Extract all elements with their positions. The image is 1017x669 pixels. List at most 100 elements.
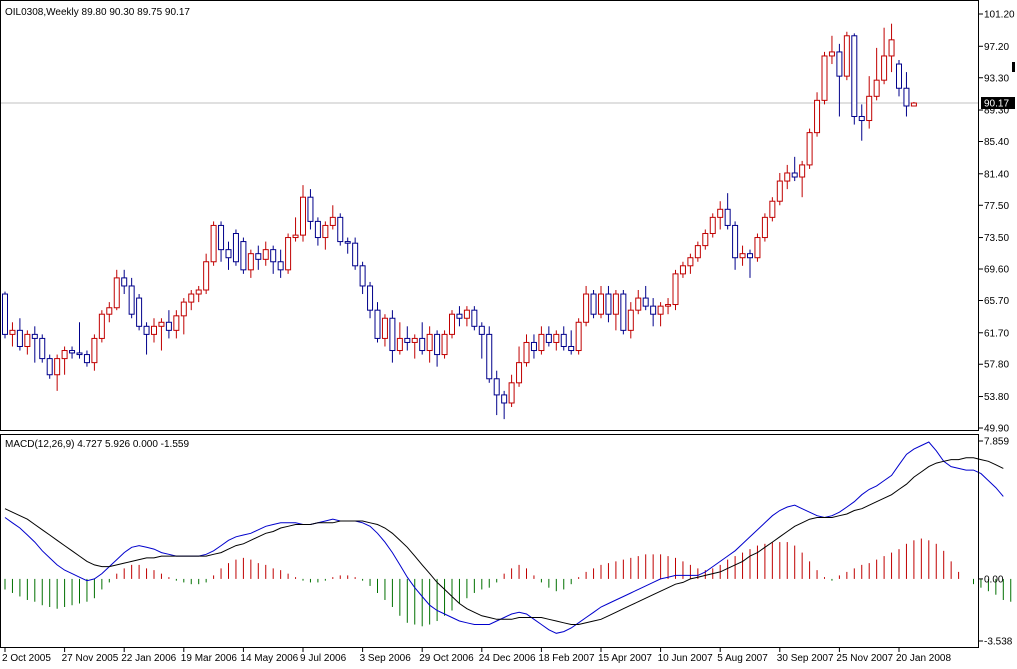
candle-body	[91, 337, 98, 364]
candle-body	[98, 313, 105, 339]
candle-body	[136, 297, 143, 327]
price-tick-label: 61.70	[984, 328, 1009, 339]
candle-body	[456, 313, 463, 319]
candle-body	[247, 253, 254, 271]
candle-body	[627, 309, 634, 331]
candle-body	[724, 208, 731, 226]
candle-body	[173, 315, 180, 331]
candle-body	[523, 341, 530, 364]
candle-body	[2, 293, 8, 335]
candle-body	[516, 362, 523, 384]
candle-body	[814, 99, 821, 134]
candle-body	[881, 55, 888, 81]
candle-body	[702, 233, 709, 247]
candle-body	[694, 245, 701, 259]
current-price-label: 90.17	[984, 99, 1009, 110]
candle-body	[568, 345, 575, 352]
candle-body	[873, 79, 880, 97]
candle-body	[54, 358, 61, 376]
candle-body	[754, 237, 761, 259]
candle	[441, 330, 448, 359]
current-price-badge: 90.17	[981, 97, 1015, 110]
candle-body	[24, 333, 31, 347]
candle-body	[180, 301, 187, 317]
candle-body	[76, 352, 83, 356]
candle-body	[352, 242, 359, 267]
candle-body	[411, 337, 418, 343]
candle-body	[620, 293, 627, 331]
candle-body	[262, 249, 269, 260]
candle-body	[404, 337, 411, 343]
price-tick-label: 49.90	[984, 424, 1009, 435]
candle-body	[501, 394, 508, 404]
candle-body	[426, 333, 433, 352]
candle	[851, 33, 858, 125]
candle	[769, 197, 776, 222]
candle-body	[16, 329, 23, 347]
candle	[285, 233, 292, 274]
candle-body	[679, 265, 686, 275]
x-tick-label: 20 Jan 2008	[896, 653, 951, 664]
candle	[449, 310, 455, 339]
candle-body	[769, 200, 776, 218]
candle-body	[329, 216, 336, 226]
candle	[46, 354, 53, 379]
candle	[672, 269, 679, 311]
candle-body	[300, 196, 306, 236]
candle-body	[449, 313, 455, 335]
candle-body	[83, 354, 90, 364]
price-tick-label: 81.40	[984, 169, 1009, 180]
candle-body	[143, 325, 150, 335]
candle-body	[732, 224, 739, 259]
candle	[232, 229, 239, 266]
candle-body	[210, 224, 217, 263]
x-tick-label: 18 Feb 2007	[538, 653, 595, 664]
candle-body	[441, 333, 448, 356]
candle-body	[650, 305, 657, 315]
candle-body	[836, 51, 843, 77]
candle-body	[31, 333, 38, 339]
candle-body	[128, 285, 135, 315]
candle-body	[828, 51, 835, 57]
x-tick-label: 5 Aug 2007	[717, 653, 768, 664]
x-tick-label: 27 Nov 2005	[62, 653, 119, 664]
candle-body	[851, 35, 858, 117]
candle-body	[612, 293, 619, 315]
candle-body	[843, 35, 850, 77]
macd-tick-label: -3.538	[984, 637, 1013, 648]
candle-body	[896, 63, 902, 89]
chart-canvas: 101.2097.2093.3089.3085.4081.4077.5073.5…	[0, 0, 1017, 664]
candle-body	[9, 329, 16, 335]
candle-body	[776, 180, 783, 202]
macd-tick-label: 7.859	[984, 437, 1009, 448]
macd-tick-label: 0.00	[984, 574, 1004, 585]
candle-body	[665, 304, 672, 307]
candle-body	[888, 39, 895, 57]
candle	[98, 310, 105, 343]
x-tick-label: 19 Mar 2006	[181, 653, 238, 664]
candle-body	[322, 224, 329, 239]
candle-body	[717, 208, 724, 218]
candle-body	[806, 132, 813, 166]
candle-body	[292, 234, 299, 239]
candle	[910, 101, 917, 107]
candle-body	[530, 341, 537, 352]
x-tick-label: 29 Oct 2006	[419, 653, 474, 664]
candle-body	[553, 333, 560, 343]
candle-body	[106, 307, 113, 315]
candle	[590, 290, 597, 319]
candle-body	[225, 249, 232, 259]
candle-body	[784, 172, 791, 182]
candle-body	[232, 233, 239, 263]
candle-body	[307, 196, 314, 222]
chart-window: 101.20 97.20 93.30 89.30 85.40 81.40 77.50 73.5…	[0, 0, 1017, 664]
x-tick-label: 25 Nov 2007	[836, 653, 893, 664]
candle-body	[69, 350, 76, 354]
candle-body	[709, 216, 716, 235]
candle	[210, 221, 217, 266]
candle	[2, 291, 8, 339]
candle-body	[747, 253, 753, 259]
candle	[821, 51, 828, 105]
price-tick-label: 73.50	[984, 233, 1009, 244]
price-tick-label: 85.40	[984, 137, 1009, 148]
